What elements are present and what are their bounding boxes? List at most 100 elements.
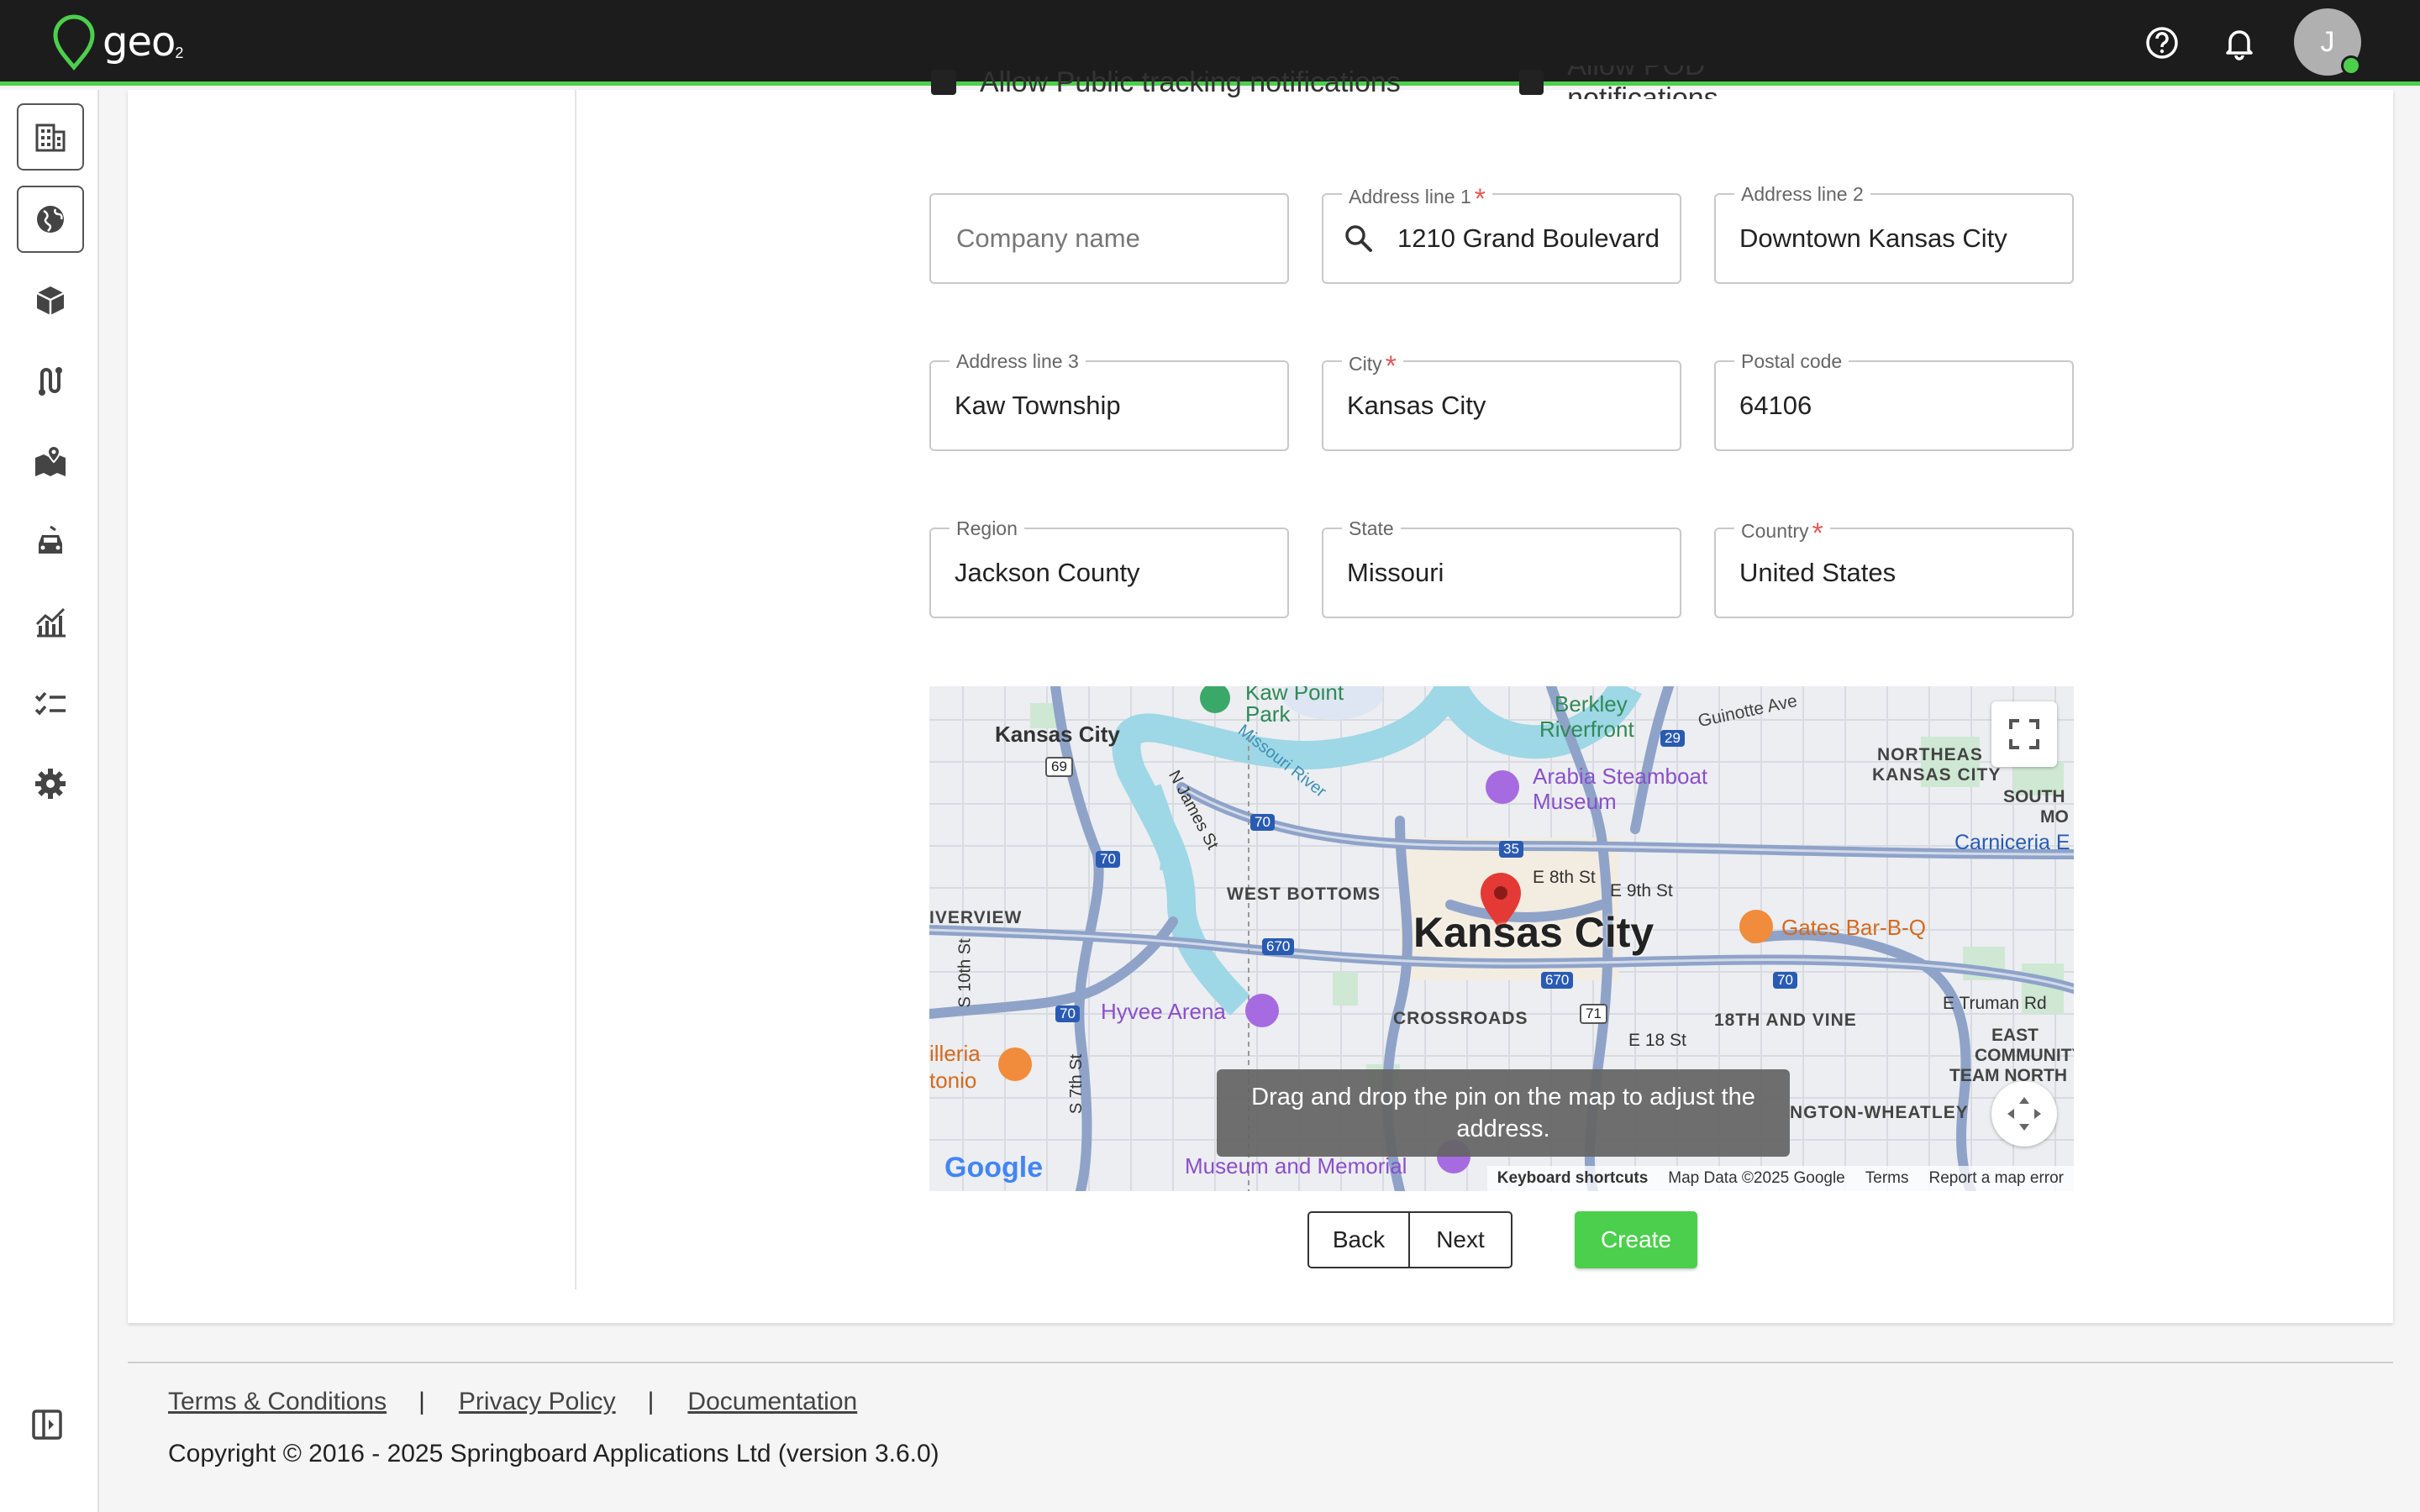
- checkbox-pod-notifications[interactable]: [1519, 70, 1544, 95]
- map-label-northeast-kc: KANSAS CITY: [1872, 765, 2002, 785]
- globe-icon: [37, 206, 64, 233]
- highway-670-shield: 670: [1541, 972, 1574, 989]
- map-label-park: Park: [1245, 701, 1291, 727]
- address-line-3-field[interactable]: Address line 3 Kaw Township: [929, 349, 1289, 451]
- fullscreen-icon: [2009, 719, 2039, 749]
- map-label-illeria: illeria: [929, 1041, 981, 1066]
- terms-link[interactable]: Terms & Conditions: [168, 1388, 387, 1416]
- back-button[interactable]: Back: [1309, 1213, 1410, 1267]
- documentation-link[interactable]: Documentation: [687, 1388, 857, 1416]
- gear-icon: [35, 769, 66, 799]
- map-label-kansas-city: Kansas City: [1413, 909, 1655, 956]
- highway-35-shield: 35: [1499, 841, 1523, 858]
- postal-code-field[interactable]: Postal code 64106: [1714, 349, 2074, 451]
- address-line-2-value: Downtown Kansas City: [1739, 223, 2007, 253]
- fullscreen-button[interactable]: [1991, 701, 2057, 767]
- map-label-riverfront: Riverfront: [1539, 717, 1634, 742]
- map-label-mo: MO: [2040, 807, 2069, 827]
- map-label-gates-bar-b-q: Gates Bar-B-Q: [1781, 915, 1926, 940]
- copyright-text: Copyright © 2016 - 2025 Springboard Appl…: [168, 1440, 939, 1467]
- highway-70-shield: 70: [1773, 972, 1797, 989]
- sidebar-item-locations[interactable]: [17, 186, 84, 253]
- country-field[interactable]: Country * United States: [1714, 516, 2074, 618]
- location-map[interactable]: 69 70 70 70 70 670 670 35 29 71 Kansas C…: [929, 686, 2074, 1191]
- state-value: Missouri: [1347, 558, 1444, 587]
- map-label-s-7th-st: S 7th St: [1067, 1053, 1086, 1115]
- search-icon: [1345, 225, 1372, 252]
- address-line-2-field[interactable]: Address line 2 Downtown Kansas City: [1714, 181, 2074, 284]
- highway-670-shield: 670: [1262, 938, 1295, 955]
- navigation-button-group: Back Next: [1307, 1211, 1512, 1268]
- sidebar-item-settings[interactable]: [17, 750, 84, 817]
- checkbox-public-tracking[interactable]: [931, 70, 956, 95]
- highway-71-shield: 71: [1580, 1004, 1607, 1024]
- map-pan-control[interactable]: [1991, 1081, 2057, 1147]
- map-label-18th-and-vine: 18TH AND VINE: [1714, 1011, 1857, 1030]
- report-map-error-link[interactable]: Report a map error: [1918, 1169, 2074, 1188]
- footer-separator: |: [647, 1388, 655, 1415]
- region-value: Jackson County: [955, 558, 1140, 587]
- route-icon: [39, 367, 62, 396]
- map-terms-link[interactable]: Terms: [1855, 1169, 1919, 1188]
- sidebar-item-tasks[interactable]: [17, 669, 84, 737]
- google-logo: Google: [944, 1152, 1044, 1184]
- building-icon: [35, 123, 66, 152]
- sidebar-item-reports[interactable]: [17, 589, 84, 656]
- privacy-policy-link[interactable]: Privacy Policy: [459, 1388, 616, 1416]
- company-name-field[interactable]: Company name: [929, 193, 1289, 284]
- public-tracking-checkbox-row[interactable]: Allow Public tracking notifications: [931, 66, 1402, 99]
- content-divider: [575, 90, 576, 1289]
- map-label-e-18-st: E 18 St: [1628, 1031, 1686, 1050]
- next-button[interactable]: Next: [1410, 1213, 1511, 1267]
- footer-links: Terms & Conditions | Privacy Policy | Do…: [168, 1388, 857, 1416]
- address-line-1-field[interactable]: Address line 1 * 1210 Grand Boulevard: [1322, 181, 1681, 284]
- highway-29-shield: 29: [1660, 730, 1685, 747]
- sidebar-item-routes[interactable]: [17, 347, 84, 414]
- map-label-team-north: TEAM NORTH: [1949, 1066, 2067, 1085]
- map-label-museum: Museum: [1533, 789, 1617, 814]
- package-icon: [36, 286, 65, 315]
- checkbox-label: Allow Public tracking notifications: [980, 66, 1401, 98]
- create-button[interactable]: Create: [1575, 1211, 1697, 1268]
- checkbox-label: Allow POD notifications: [1567, 66, 1718, 99]
- map-label-south: SOUTH: [2003, 787, 2065, 806]
- address-line-3-value: Kaw Township: [955, 391, 1121, 420]
- logo-pin-icon: [53, 14, 95, 71]
- map-label-wheatley: NGTON-WHEATLEY: [1790, 1103, 1969, 1122]
- map-label-community: COMMUNITY: [1975, 1046, 2074, 1065]
- sidebar-item-vehicles[interactable]: [17, 508, 84, 575]
- highway-70-shield: 70: [1055, 1005, 1080, 1022]
- chart-icon: [35, 607, 66, 638]
- keyboard-shortcuts-link[interactable]: Keyboard shortcuts: [1487, 1169, 1658, 1188]
- map-label-tonio: tonio: [929, 1068, 977, 1093]
- pod-notifications-checkbox-row[interactable]: Allow POD notifications: [1519, 66, 1855, 99]
- city-field[interactable]: City * Kansas City: [1322, 349, 1681, 451]
- region-field[interactable]: Region Jackson County: [929, 516, 1289, 618]
- map-label-carniceria: Carniceria E: [1954, 831, 2070, 854]
- logo-subscript: 2: [175, 44, 184, 61]
- map-label-riverview: IVERVIEW: [929, 908, 1023, 927]
- online-status-dot: [2341, 55, 2361, 76]
- map-attribution-bar: Keyboard shortcuts Map Data ©2025 Google…: [1486, 1166, 2074, 1191]
- company-name-placeholder: Company name: [956, 223, 1140, 253]
- bell-icon[interactable]: [2220, 24, 2259, 62]
- map-label-northeast: NORTHEAS: [1877, 745, 1983, 764]
- map-data-text: Map Data ©2025 Google: [1668, 1169, 1845, 1187]
- sidebar-collapse-icon[interactable]: [30, 1408, 64, 1441]
- help-circle-icon[interactable]: [2143, 24, 2181, 62]
- logo-text: geo: [103, 18, 176, 66]
- highway-69-shield: 69: [1045, 757, 1073, 777]
- state-field[interactable]: State Missouri: [1322, 516, 1681, 618]
- map-label-e-truman-rd: E Truman Rd: [1943, 994, 2047, 1013]
- sidebar-item-map[interactable]: [17, 428, 84, 495]
- highway-70-shield: 70: [1250, 814, 1275, 831]
- postal-code-value: 64106: [1739, 391, 1812, 420]
- map-label-hyvee-arena: Hyvee Arena: [1101, 999, 1226, 1024]
- map-label-berkley: Berkley: [1555, 691, 1628, 717]
- sidebar-item-companies[interactable]: [17, 103, 84, 171]
- move-arrows-icon: [2007, 1097, 2041, 1131]
- sidebar-item-packages[interactable]: [17, 266, 84, 333]
- map-label-museum-and-memorial: Museum and Memorial: [1185, 1153, 1407, 1179]
- geo-logo[interactable]: geo 2: [50, 13, 183, 71]
- map-label-s-10th-st: S 10th St: [955, 938, 975, 1008]
